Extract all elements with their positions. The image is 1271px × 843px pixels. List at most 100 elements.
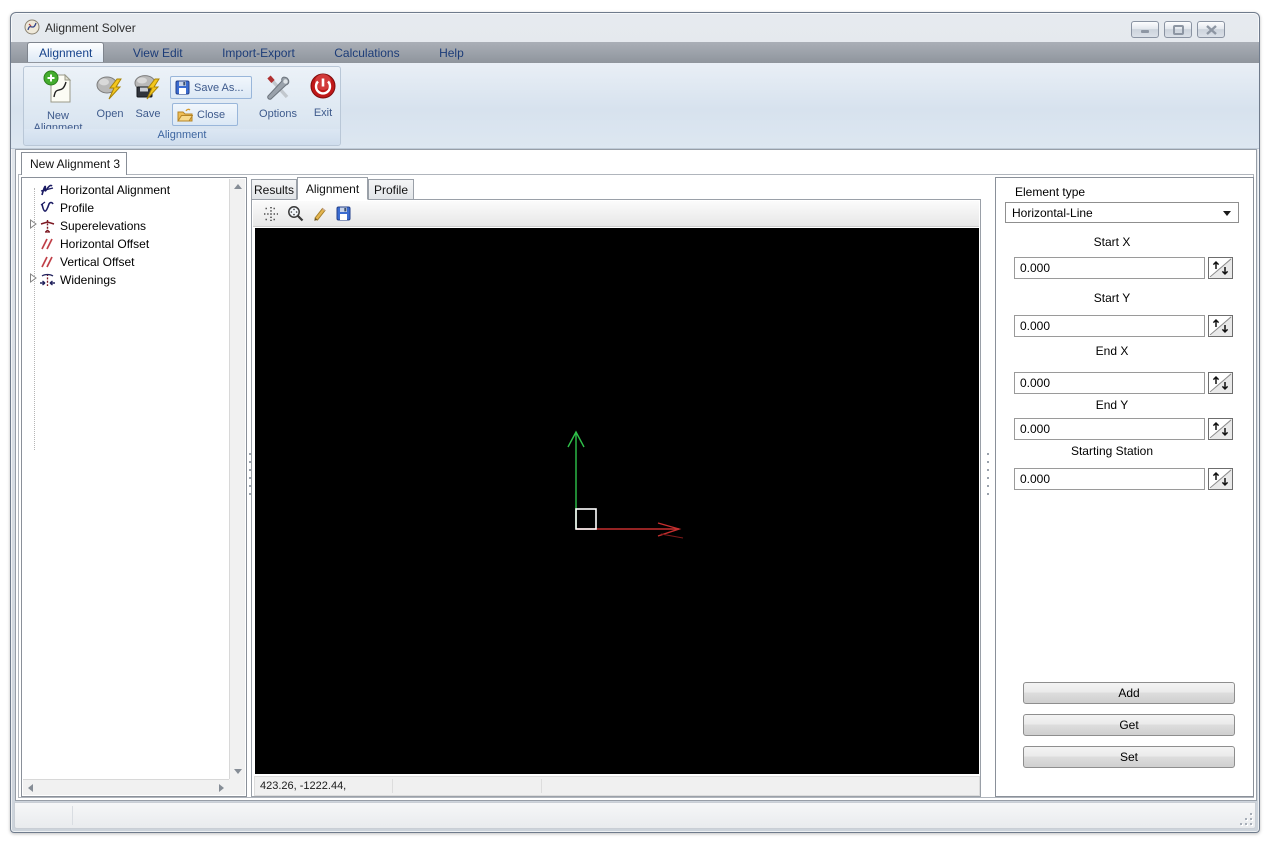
alignment-canvas[interactable] [255, 228, 979, 774]
pencil-icon [311, 206, 327, 222]
starting-station-input[interactable] [1014, 468, 1205, 490]
spinner-arrows-icon [1209, 419, 1232, 439]
open-button[interactable]: Open [90, 69, 130, 129]
start-x-input[interactable] [1014, 257, 1205, 279]
ribbon-tab-help[interactable]: Help [428, 43, 475, 62]
element-type-dropdown[interactable]: Horizontal-Line [1005, 202, 1239, 223]
spinner-arrows-icon [1209, 469, 1232, 489]
save-button[interactable]: Save [129, 69, 167, 129]
window-status-strip [14, 802, 1256, 829]
right-splitter[interactable] [985, 177, 992, 797]
open-label: Open [90, 108, 130, 120]
edit-button[interactable] [307, 203, 331, 225]
grid-snap-button[interactable] [259, 203, 283, 225]
minimize-icon [1140, 25, 1150, 34]
start-x-label: Start X [1014, 235, 1210, 249]
viewer-panel: 423.26, -1222.44, [251, 199, 981, 797]
save-view-button[interactable] [331, 203, 355, 225]
alignment-tree: Horizontal Alignment Profile Superelevat… [21, 177, 247, 797]
tree-item-label: Widenings [60, 273, 116, 287]
end-x-spinner[interactable] [1208, 372, 1233, 394]
ribbon-tab-alignment[interactable]: Alignment [27, 42, 104, 62]
starting-station-label: Starting Station [1014, 444, 1210, 458]
get-button[interactable]: Get [1023, 714, 1235, 736]
start-x-spinner[interactable] [1208, 257, 1233, 279]
app-icon [24, 19, 40, 40]
tree-item-vertical-offset[interactable]: Vertical Offset [39, 253, 134, 271]
maximize-button[interactable] [1164, 21, 1192, 38]
tree-item-horizontal-alignment[interactable]: Horizontal Alignment [39, 181, 170, 199]
minimize-button[interactable] [1131, 21, 1159, 38]
zoom-button[interactable] [283, 203, 307, 225]
end-x-input[interactable] [1014, 372, 1205, 394]
tree-item-profile[interactable]: Profile [39, 199, 94, 217]
maximize-icon [1173, 25, 1184, 35]
expander-icon[interactable] [29, 273, 38, 283]
tree-horizontal-scrollbar[interactable] [23, 779, 229, 795]
app-window: Alignment Solver Alignment View Edit Imp… [10, 12, 1260, 833]
status-separator [392, 779, 393, 793]
ribbon-tab-view-edit[interactable]: View Edit [122, 43, 194, 62]
tree-item-superelevations[interactable]: Superelevations [39, 217, 146, 235]
ribbon-band: New Alignment Open Save [11, 63, 1259, 149]
scroll-down-icon [234, 769, 242, 774]
tree-vertical-scrollbar[interactable] [229, 179, 245, 779]
tree-item-widenings[interactable]: Widenings [39, 271, 116, 289]
tree-item-label: Horizontal Alignment [60, 183, 170, 197]
scrollbar-corner [229, 779, 245, 795]
tree-item-horizontal-offset[interactable]: Horizontal Offset [39, 235, 149, 253]
element-type-label: Element type [1015, 185, 1085, 199]
end-x-label: End X [1014, 344, 1210, 358]
viewer-toolbar [253, 201, 979, 227]
ribbon-tab-calculations[interactable]: Calculations [323, 43, 410, 62]
start-y-input[interactable] [1014, 315, 1205, 337]
element-properties-panel: Element type Horizontal-Line Start X Sta… [995, 177, 1254, 797]
ribbon-tab-import-export[interactable]: Import-Export [211, 43, 306, 62]
save-as-button[interactable]: Save As... [170, 76, 252, 99]
close-file-button[interactable]: Close [172, 103, 238, 126]
chevron-down-icon [1223, 211, 1231, 216]
resize-grip[interactable] [1239, 812, 1252, 825]
scroll-left-icon [28, 784, 33, 792]
save-icon [133, 73, 163, 105]
exit-label: Exit [306, 107, 340, 119]
viewer-status-bar: 423.26, -1222.44, [254, 776, 980, 796]
tree-item-label: Profile [60, 201, 94, 215]
end-y-input[interactable] [1014, 418, 1205, 440]
tree-item-label: Superelevations [60, 219, 146, 233]
set-button[interactable]: Set [1023, 746, 1235, 768]
title-bar[interactable]: Alignment Solver [11, 13, 1259, 42]
close-file-label: Close [197, 109, 225, 121]
widenings-icon [39, 272, 56, 288]
spinner-arrows-icon [1209, 373, 1232, 393]
new-alignment-button[interactable]: New Alignment [28, 69, 90, 129]
start-y-spinner[interactable] [1208, 315, 1233, 337]
document-tab[interactable]: New Alignment 3 [21, 152, 127, 175]
horizontal-alignment-icon [39, 182, 56, 198]
cursor-coordinates: 423.26, -1222.44, [260, 780, 346, 792]
options-icon [263, 73, 293, 105]
end-y-label: End Y [1014, 398, 1210, 412]
tree-item-label: Vertical Offset [60, 255, 134, 269]
expander-icon[interactable] [29, 219, 38, 229]
starting-station-spinner[interactable] [1208, 468, 1233, 490]
viewer-tab-alignment[interactable]: Alignment [297, 177, 368, 200]
close-file-icon [177, 108, 193, 122]
scroll-up-icon [234, 184, 242, 189]
scroll-right-icon [219, 784, 224, 792]
exit-button[interactable]: Exit [306, 69, 340, 129]
horizontal-offset-icon [39, 236, 56, 252]
window-title: Alignment Solver [45, 21, 136, 35]
end-y-spinner[interactable] [1208, 418, 1233, 440]
options-button[interactable]: Options [254, 69, 302, 129]
save-as-label: Save As... [194, 82, 244, 94]
new-alignment-icon [42, 70, 76, 106]
spinner-arrows-icon [1209, 316, 1232, 336]
open-icon [95, 73, 125, 105]
viewer-tab-results[interactable]: Results [251, 179, 297, 200]
close-window-button[interactable] [1197, 21, 1225, 38]
save-view-icon [336, 206, 351, 221]
viewer-tab-profile[interactable]: Profile [368, 179, 414, 200]
add-button[interactable]: Add [1023, 682, 1235, 704]
ribbon-tab-strip: Alignment View Edit Import-Export Calcul… [11, 42, 1259, 63]
